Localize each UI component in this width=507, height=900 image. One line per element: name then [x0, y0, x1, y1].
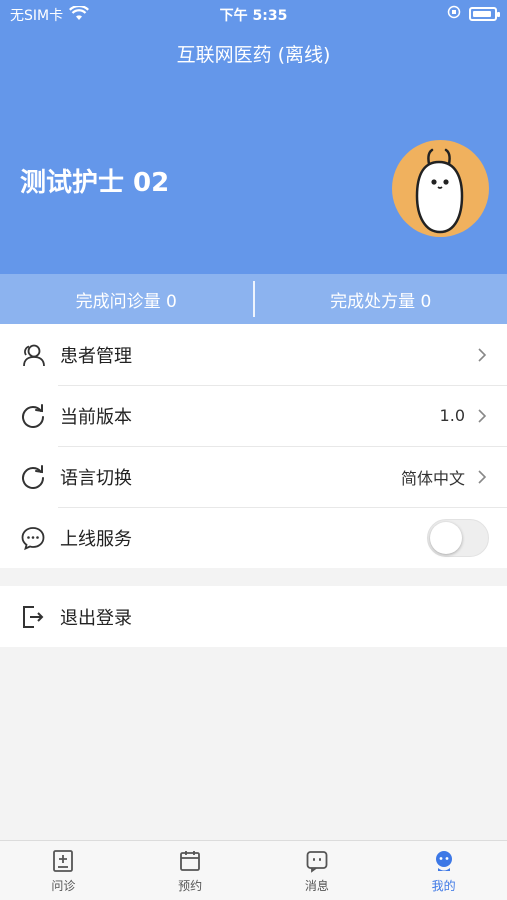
toggle-knob [430, 521, 462, 554]
patient-icon [18, 340, 48, 370]
settings-menu: 患者管理 当前版本 1.0 语言切换 简体中文 上线服务 [0, 324, 507, 568]
tab-consult[interactable]: 问诊 [0, 841, 127, 900]
status-bar: 无SIM卡 下午 5:35 [0, 0, 507, 28]
logout-button[interactable]: 退出登录 [0, 586, 507, 647]
message-icon [304, 848, 330, 874]
profile-header: 无SIM卡 下午 5:35 互联网医药 (离线) 测试护士 02 [0, 0, 507, 274]
battery-icon [469, 7, 500, 21]
profile-icon [431, 848, 457, 874]
calendar-icon [177, 848, 203, 874]
chevron-right-icon [475, 467, 489, 487]
online-service-toggle[interactable] [427, 518, 489, 557]
bean-mascot-icon [415, 148, 464, 234]
menu-label: 退出登录 [60, 607, 132, 629]
tab-appointment[interactable]: 预约 [127, 841, 254, 900]
orientation-lock-icon [447, 5, 461, 23]
tab-label: 我的 [431, 878, 456, 893]
consultation-count: 完成问诊量 0 [75, 291, 177, 312]
page-title: 互联网医药 (离线) [176, 44, 331, 66]
menu-item-patient-management[interactable]: 患者管理 [0, 324, 507, 385]
logout-icon [18, 602, 48, 632]
avatar[interactable] [392, 140, 489, 237]
username: 测试护士 02 [20, 168, 170, 198]
menu-item-current-version[interactable]: 当前版本 1.0 [0, 385, 507, 446]
prescription-count: 完成处方量 0 [330, 291, 432, 312]
chat-bubble-icon [18, 523, 48, 553]
menu-label: 上线服务 [60, 528, 132, 550]
stats-bar: 完成问诊量 0 完成处方量 0 [0, 274, 507, 324]
menu-item-online-service: 上线服务 [0, 507, 507, 568]
tab-label: 消息 [304, 878, 329, 893]
tab-label: 问诊 [51, 878, 76, 893]
menu-label: 患者管理 [60, 345, 132, 367]
language-value: 简体中文 [400, 468, 465, 488]
consult-icon [50, 848, 76, 874]
status-time: 下午 5:35 [219, 8, 288, 24]
menu-label: 当前版本 [60, 406, 132, 428]
refresh-icon [18, 462, 48, 492]
tab-bar: 问诊 预约 消息 我的 [0, 840, 507, 900]
menu-item-language[interactable]: 语言切换 简体中文 [0, 446, 507, 507]
version-value: 1.0 [439, 406, 465, 425]
chevron-right-icon [475, 345, 489, 365]
chevron-right-icon [475, 406, 489, 426]
tab-messages[interactable]: 消息 [254, 841, 381, 900]
tab-mine[interactable]: 我的 [380, 841, 507, 900]
logout-section: 退出登录 [0, 586, 507, 647]
menu-label: 语言切换 [60, 467, 132, 489]
tab-label: 预约 [178, 878, 203, 893]
refresh-icon [18, 401, 48, 431]
